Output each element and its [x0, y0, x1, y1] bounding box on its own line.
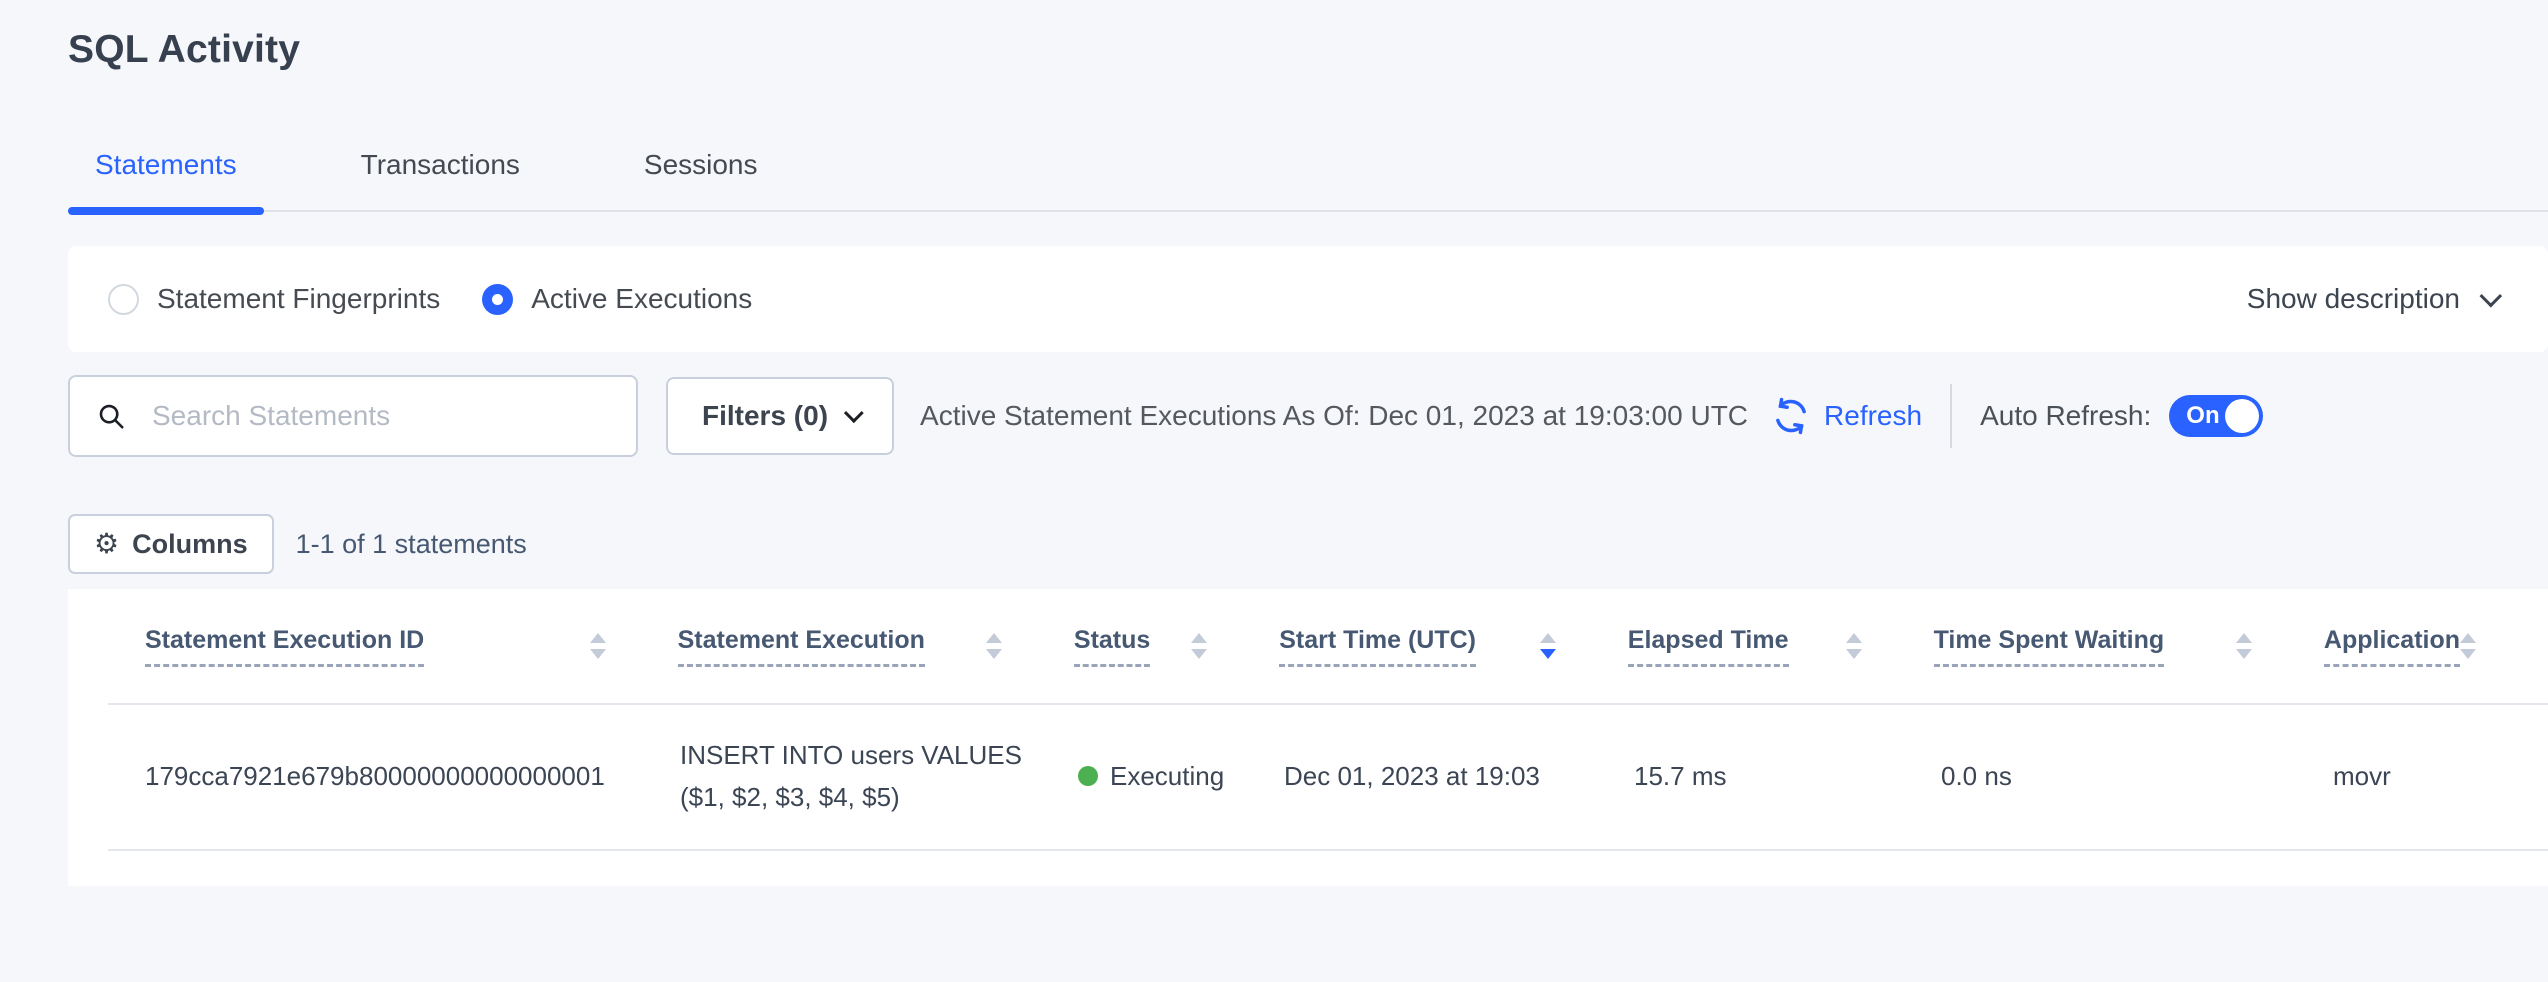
- toolbar: Filters (0) Active Statement Executions …: [68, 375, 2548, 457]
- tab-bar: Statements Transactions Sessions: [68, 148, 2548, 212]
- column-header-elapsed-time[interactable]: Elapsed Time: [1628, 589, 1934, 703]
- search-input[interactable]: [152, 400, 616, 432]
- column-header-application[interactable]: Application: [2324, 589, 2548, 703]
- auto-refresh-toggle[interactable]: On: [2169, 395, 2263, 437]
- column-header-start-time[interactable]: Start Time (UTC): [1279, 589, 1628, 703]
- header-divider: [108, 703, 2548, 705]
- tab-transactions[interactable]: Transactions: [334, 148, 547, 210]
- chevron-down-icon: [2480, 285, 2503, 308]
- cell-time-spent-waiting: 0.0 ns: [1941, 761, 2333, 792]
- columns-button-label: Columns: [132, 529, 248, 560]
- refresh-label: Refresh: [1824, 400, 1922, 432]
- toggle-knob: [2225, 399, 2259, 433]
- column-header-statement-execution[interactable]: Statement Execution: [678, 589, 1074, 703]
- cell-status: Executing: [1078, 761, 1284, 792]
- column-header-label[interactable]: Statement Execution: [678, 626, 925, 667]
- refresh-button[interactable]: Refresh: [1770, 395, 1922, 437]
- sort-icon[interactable]: [590, 633, 606, 659]
- statements-table: Statement Execution ID Statement Executi…: [68, 589, 2548, 886]
- radio-label: Active Executions: [531, 283, 752, 315]
- vertical-divider: [1950, 384, 1952, 448]
- radio-selected-icon[interactable]: [482, 284, 513, 315]
- column-header-label[interactable]: Status: [1074, 626, 1150, 667]
- view-mode-radio-group: Statement Fingerprints Active Executions: [108, 283, 794, 315]
- gear-icon: ⚙: [94, 530, 119, 558]
- sort-icon[interactable]: [2236, 633, 2252, 659]
- chevron-down-icon: [844, 403, 864, 423]
- column-header-label[interactable]: Statement Execution ID: [145, 626, 424, 667]
- radio-active-executions[interactable]: Active Executions: [482, 283, 752, 315]
- auto-refresh-label: Auto Refresh:: [1980, 400, 2151, 432]
- search-box[interactable]: [68, 375, 638, 457]
- sort-icon[interactable]: [1191, 633, 1207, 659]
- show-description-toggle[interactable]: Show description: [2247, 283, 2496, 315]
- sort-icon[interactable]: [1540, 633, 1556, 659]
- tab-sessions[interactable]: Sessions: [617, 148, 785, 210]
- cell-elapsed-time: 15.7 ms: [1634, 761, 1941, 792]
- radio-label: Statement Fingerprints: [157, 283, 440, 315]
- table-controls: ⚙ Columns 1-1 of 1 statements: [68, 514, 2548, 574]
- refresh-icon: [1770, 395, 1812, 437]
- column-header-label[interactable]: Time Spent Waiting: [1934, 626, 2165, 667]
- sort-icon[interactable]: [1846, 633, 1862, 659]
- toggle-state-label: On: [2186, 402, 2219, 430]
- table-header-row: Statement Execution ID Statement Executi…: [68, 589, 2548, 703]
- tab-statements[interactable]: Statements: [68, 148, 264, 210]
- search-icon: [96, 401, 126, 431]
- show-description-label: Show description: [2247, 283, 2460, 315]
- column-header-label[interactable]: Application: [2324, 626, 2460, 667]
- cell-execution-id[interactable]: 179cca7921e679b80000000000000001: [68, 761, 680, 792]
- radio-statement-fingerprints[interactable]: Statement Fingerprints: [108, 283, 440, 315]
- column-header-label[interactable]: Elapsed Time: [1628, 626, 1789, 667]
- row-divider: [108, 849, 2548, 851]
- cell-application: movr: [2333, 761, 2548, 792]
- table-row[interactable]: 179cca7921e679b80000000000000001 INSERT …: [68, 703, 2548, 849]
- column-header-status[interactable]: Status: [1074, 589, 1279, 703]
- filters-label: Filters (0): [702, 400, 828, 432]
- cell-statement[interactable]: INSERT INTO users VALUES ($1, $2, $3, $4…: [680, 734, 1078, 818]
- sort-icon[interactable]: [2460, 633, 2476, 659]
- column-header-label[interactable]: Start Time (UTC): [1279, 626, 1476, 667]
- sort-icon[interactable]: [986, 633, 1002, 659]
- filters-button[interactable]: Filters (0): [666, 377, 894, 455]
- column-header-time-spent-waiting[interactable]: Time Spent Waiting: [1934, 589, 2324, 703]
- page-title: SQL Activity: [68, 28, 300, 72]
- cell-start-time: Dec 01, 2023 at 19:03: [1284, 761, 1634, 792]
- columns-button[interactable]: ⚙ Columns: [68, 514, 274, 574]
- as-of-text: Active Statement Executions As Of: Dec 0…: [920, 400, 1748, 432]
- view-mode-card: Statement Fingerprints Active Executions…: [68, 246, 2548, 352]
- radio-unselected-icon[interactable]: [108, 284, 139, 315]
- column-header-statement-execution-id[interactable]: Statement Execution ID: [68, 589, 678, 703]
- status-dot-icon: [1078, 766, 1098, 786]
- results-count: 1-1 of 1 statements: [296, 529, 527, 560]
- status-label: Executing: [1110, 761, 1224, 792]
